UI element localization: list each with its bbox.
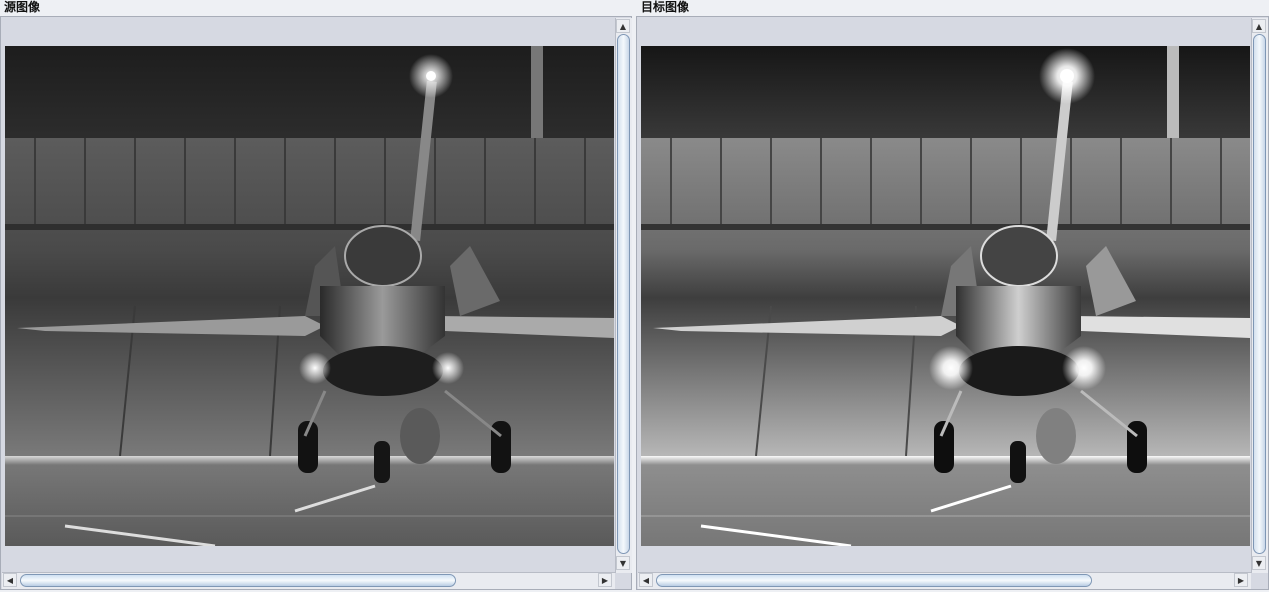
scroll-up-arrow-icon[interactable]: ▲ <box>1252 19 1266 33</box>
source-horizontal-scrollbar[interactable]: ◀ ▶ <box>2 572 615 589</box>
scroll-left-arrow-icon[interactable]: ◀ <box>3 573 17 587</box>
target-horizontal-scrollbar[interactable]: ◀ ▶ <box>638 572 1251 589</box>
source-vertical-scroll-thumb[interactable] <box>617 34 630 554</box>
scroll-down-arrow-icon[interactable]: ▼ <box>1252 556 1266 570</box>
target-vertical-scroll-thumb[interactable] <box>1253 34 1266 554</box>
target-image-pane: ▲ ▼ ◀ ▶ <box>636 16 1269 590</box>
source-horizontal-scroll-thumb[interactable] <box>20 574 456 587</box>
scroll-right-arrow-icon[interactable]: ▶ <box>598 573 612 587</box>
scroll-down-arrow-icon[interactable]: ▼ <box>616 556 630 570</box>
source-image-pane: ▲ ▼ ◀ ▶ <box>0 16 632 590</box>
target-vertical-scrollbar[interactable]: ▲ ▼ <box>1251 18 1268 573</box>
scroll-up-arrow-icon[interactable]: ▲ <box>616 19 630 33</box>
target-horizontal-scroll-thumb[interactable] <box>656 574 1092 587</box>
scroll-left-arrow-icon[interactable]: ◀ <box>639 573 653 587</box>
source-vertical-scrollbar[interactable]: ▲ ▼ <box>615 18 632 573</box>
target-image-viewport <box>638 18 1251 573</box>
source-image <box>5 46 614 546</box>
scroll-right-arrow-icon[interactable]: ▶ <box>1234 573 1248 587</box>
source-panel-title: 源图像 <box>4 0 41 14</box>
target-image <box>641 46 1250 546</box>
target-panel-title: 目标图像 <box>641 0 690 14</box>
source-image-viewport <box>2 18 615 573</box>
